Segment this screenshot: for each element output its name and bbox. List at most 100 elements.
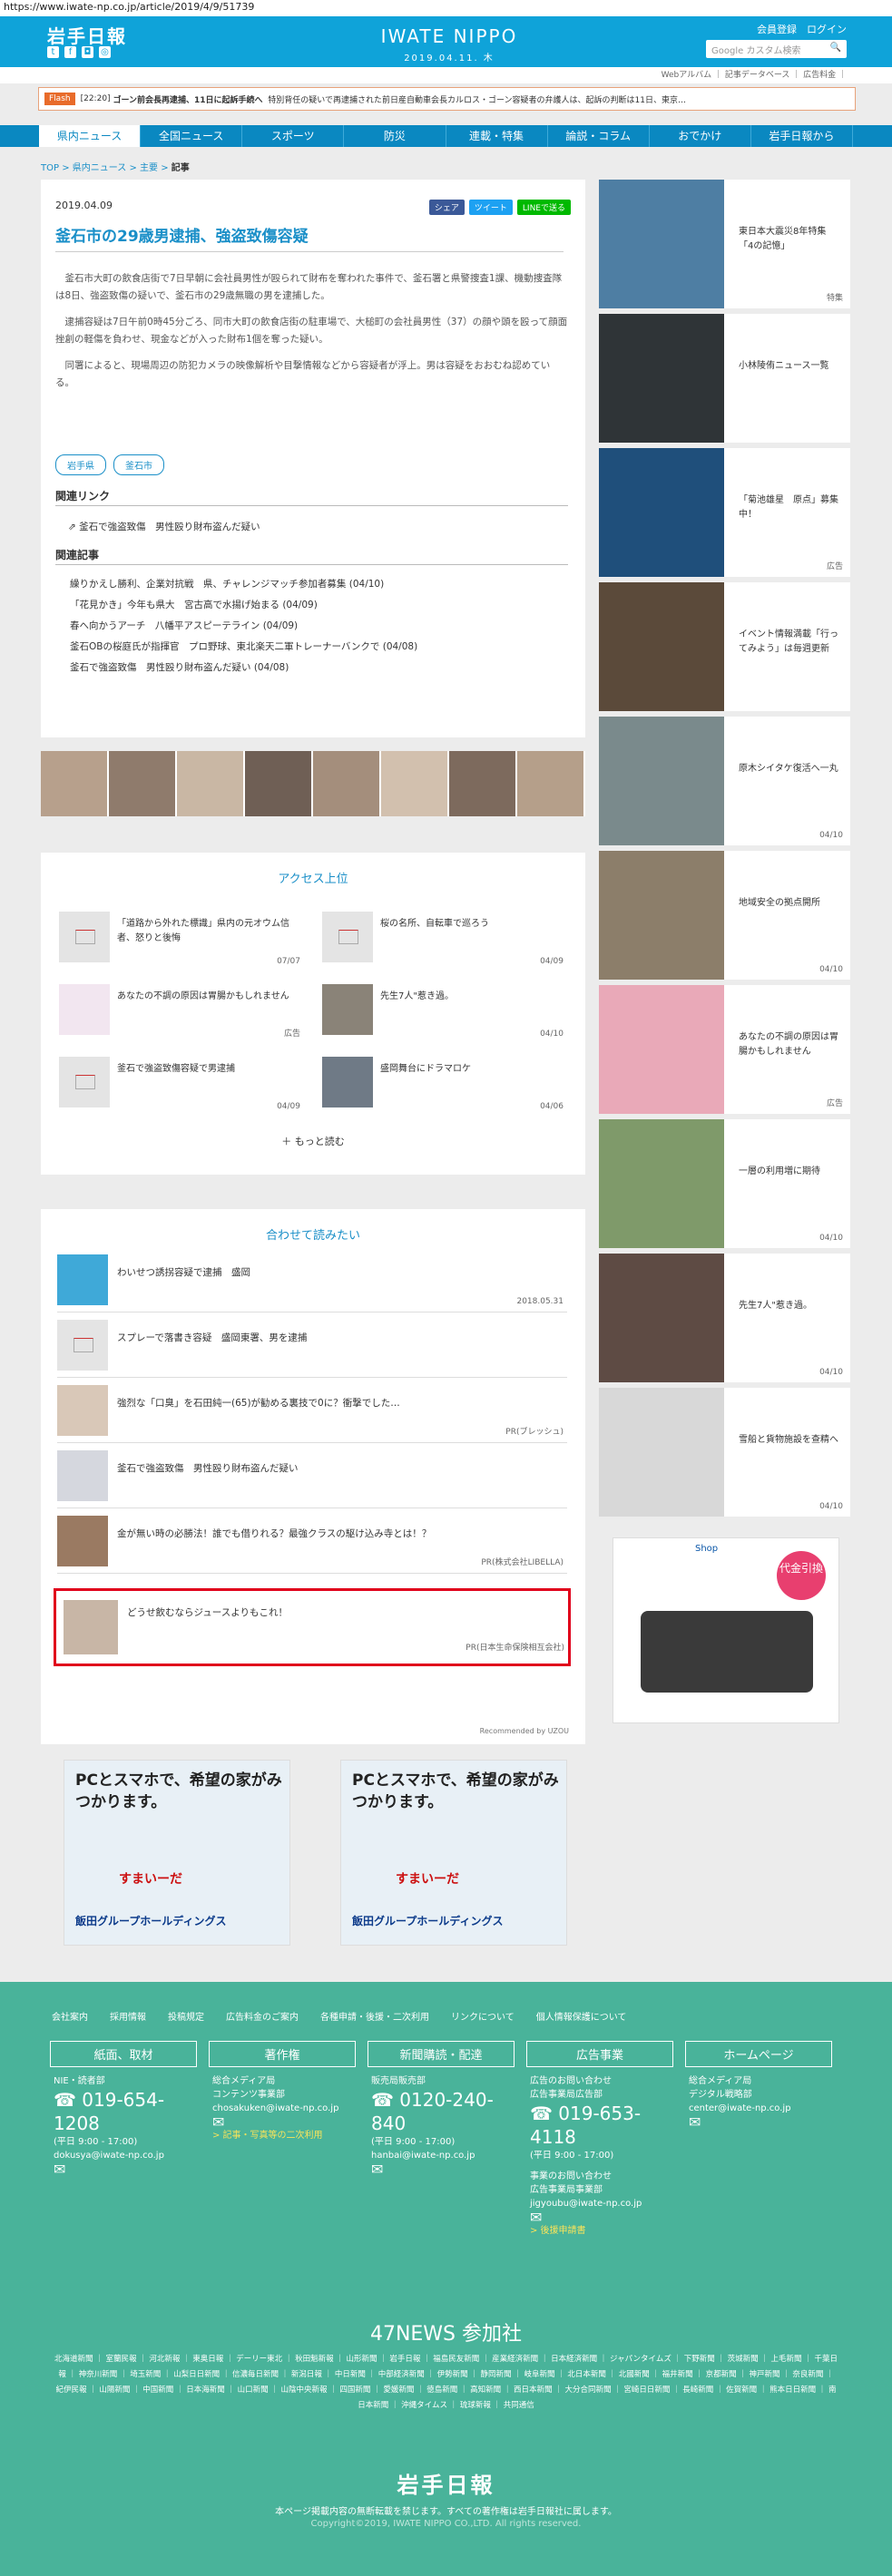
contact-email[interactable]: hanbai@iwate-np.co.jp: [371, 2149, 511, 2162]
flash-news-bar[interactable]: Flash [22:20] ゴーン前会長再逮捕、11日に起訴手続へ 特別背任の疑…: [38, 87, 856, 111]
search-input[interactable]: Google カスタム検索 🔍: [706, 40, 847, 58]
sidebar-item-title[interactable]: 一層の利用増に期待: [739, 1165, 838, 1179]
contact-email[interactable]: center@iwate-np.co.jp: [689, 2102, 828, 2115]
sidebar-item-title[interactable]: 地域安全の拠点開所: [739, 896, 838, 911]
recommended-item[interactable]: 金が無い時の必勝法！誰でも借りれる？最強クラスの駆け込み寺とは！？ PR(株式会社…: [57, 1516, 567, 1574]
ranking-item[interactable]: 「道路から外れた標識」県内の元オウム信者、怒りと後悔 07/07: [59, 912, 304, 966]
flash-text[interactable]: 特別背任の疑いで再逮捕された前日産自動車会長カルロス・ゴーン容疑者の弁護人は、起…: [268, 93, 686, 105]
recommended-item-title[interactable]: スプレーで落書き容疑 盛岡東署、男を逮捕: [117, 1331, 553, 1344]
ranking-item[interactable]: 桜の名所、自転車で巡ろう 04/09: [322, 912, 567, 966]
sub-navigation[interactable]: Webアルバム ｜ 記事データベース ｜ 広告料金 ｜: [0, 67, 892, 83]
sidebar-item[interactable]: 「菊池雄星 原点」募集中！ 広告: [599, 448, 850, 577]
sidebar-item-title[interactable]: 雪船と貨物施設を查精へ: [739, 1433, 838, 1448]
member-login-links[interactable]: 会員登録 ログイン: [757, 22, 847, 36]
site-logo[interactable]: 岩手日報: [47, 22, 127, 48]
ranking-item-title[interactable]: 「道路から外れた標識」県内の元オウム信者、怒りと後悔: [117, 917, 299, 946]
sidebar-item[interactable]: 小林陵侑ニュース一覧: [599, 314, 850, 443]
highlighted-recommended-item[interactable]: どうせ飲むならジュースよりもこれ！ PR(日本生命保険相互会社): [54, 1588, 571, 1666]
ranking-item[interactable]: あなたの不調の原因は胃腸かもしれません 広告: [59, 984, 304, 1039]
recommended-item-title[interactable]: わいせつ誘拐容疑で逮捕 盛岡: [117, 1265, 553, 1279]
sidebar-item-title[interactable]: あなたの不調の原因は胃腸かもしれません: [739, 1030, 838, 1059]
footer-link[interactable]: 広告料金のご案内: [226, 2009, 299, 2023]
breadcrumb-sub[interactable]: 主要: [140, 163, 158, 173]
line-share-button[interactable]: LINEで送る: [516, 200, 571, 215]
ranking-item[interactable]: 盛岡舞台にドラマロケ 04/06: [322, 1057, 567, 1111]
ranking-item[interactable]: 釜石で強盗致傷容疑で男逮捕 04/09: [59, 1057, 304, 1111]
related-article-item[interactable]: 釜石OBの桜庭氏が指揮官 プロ野球、東北楽天二軍トレーナーバンクで (04/08…: [70, 637, 417, 658]
footer-link[interactable]: リンクについて: [451, 2009, 515, 2023]
sidebar-item-title[interactable]: 「菊池雄星 原点」募集中！: [739, 493, 838, 522]
ranking-item[interactable]: 先生7人"惹き過。 04/10: [322, 984, 567, 1039]
ranking-item-title[interactable]: 先生7人"惹き過。: [380, 990, 562, 1004]
mail-icon[interactable]: ✉: [54, 2162, 193, 2177]
sidebar-item[interactable]: 雪船と貨物施設を查精へ 04/10: [599, 1388, 850, 1517]
read-more-label[interactable]: もっと読む: [295, 1136, 345, 1147]
recommended-item-title[interactable]: 金が無い時の必勝法！誰でも借りれる？最強クラスの駆け込み寺とは！？: [117, 1527, 553, 1540]
uzou-credit[interactable]: Recommended by UZOU: [480, 1727, 569, 1735]
footer-logo[interactable]: 岩手日報: [0, 2467, 892, 2499]
line-icon[interactable]: ◘: [82, 46, 93, 58]
sidebar-item[interactable]: あなたの不調の原因は胃腸かもしれません 広告: [599, 985, 850, 1114]
footer-link[interactable]: 各種申請・後援・二次利用: [320, 2009, 429, 2023]
related-link-text[interactable]: 釜石で強盗致傷 男性殴り財布盗んだ疑い: [79, 522, 260, 532]
real-estate-ad[interactable]: PCとスマホで、希望の家がみつかります。 すまいーだ 飯田グループホールディングス: [64, 1760, 290, 1946]
search-icon[interactable]: 🔍: [830, 43, 841, 55]
twitter-icon[interactable]: t: [47, 46, 59, 58]
sidebar-item-title[interactable]: 東日本大震災8年特集「4の記憶」: [739, 225, 838, 254]
sidebar-item[interactable]: 地域安全の拠点開所 04/10: [599, 851, 850, 980]
contact-email[interactable]: chosakuken@iwate-np.co.jp: [212, 2102, 352, 2115]
sidebar-item[interactable]: 一層の利用増に期待 04/10: [599, 1119, 850, 1248]
ranking-item-title[interactable]: 盛岡舞台にドラマロケ: [380, 1062, 562, 1077]
mail-icon[interactable]: ✉: [530, 2210, 670, 2225]
nav-item-disaster[interactable]: 防災: [344, 125, 446, 147]
nav-item-columns[interactable]: 論説・コラム: [548, 125, 650, 147]
recommended-item-title[interactable]: 釜石で強盗致傷 男性殴り財布盗んだ疑い: [117, 1461, 553, 1475]
facebook-icon[interactable]: f: [64, 46, 76, 58]
phone-number[interactable]: ☎ 019-654-1208: [54, 2088, 193, 2135]
tag-iwate[interactable]: 岩手県: [55, 454, 106, 475]
related-article-item[interactable]: 春へ向かうアーチ 八幡平アスピーテライン (04/09): [70, 616, 417, 637]
recommended-item[interactable]: 釜石で強盗致傷 男性殴り財布盗んだ疑い: [57, 1450, 567, 1508]
ranking-item-title[interactable]: あなたの不調の原因は胃腸かもしれません: [117, 990, 299, 1004]
sidebar-item-title[interactable]: 原木シイタケ復活へ一丸: [739, 762, 838, 776]
fashion-ad-strip[interactable]: [41, 751, 585, 816]
breadcrumb-top[interactable]: TOP: [41, 163, 59, 173]
contact-email[interactable]: jigyoubu@iwate-np.co.jp: [530, 2197, 670, 2210]
ranking-item-title[interactable]: 釜石で強盗致傷容疑で男逮捕: [117, 1062, 299, 1077]
footer-link[interactable]: 採用情報: [110, 2009, 146, 2023]
sidebar-item[interactable]: 原木シイタケ復活へ一丸 04/10: [599, 717, 850, 845]
nav-item-outings[interactable]: おでかけ: [650, 125, 751, 147]
recommended-item[interactable]: 強烈な「口臭」を石田純一(65)が勧める裏技で0に？衝撃でした… PR(ブレッシュ…: [57, 1385, 567, 1443]
phone-number[interactable]: ☎ 0120-240-840: [371, 2088, 511, 2135]
related-article-item[interactable]: 「花見かき」今年も県大 宮古高で水揚げ始まる (04/09): [70, 595, 417, 616]
newspaper-list[interactable]: 北海道新聞 ｜ 室蘭民報 ｜ 河北新報 ｜ 東奥日報 ｜ デーリー東北 ｜ 秋田…: [54, 2352, 838, 2414]
recommended-item[interactable]: スプレーで落書き容疑 盛岡東署、男を逮捕: [57, 1320, 567, 1378]
flash-headline[interactable]: ゴーン前会長再逮捕、11日に起訴手続へ: [113, 93, 262, 105]
nav-item-from-iwate-nippo[interactable]: 岩手日報から: [751, 125, 853, 147]
browser-url[interactable]: https://www.iwate-np.co.jp/article/2019/…: [0, 0, 892, 16]
tag-kamaishi[interactable]: 釜石市: [113, 454, 164, 475]
nav-item-local-news[interactable]: 県内ニュース: [39, 125, 142, 147]
secondary-use-link[interactable]: > 記事・写真等の二次利用: [212, 2129, 352, 2142]
recommended-item-title[interactable]: どうせ飲むならジュースよりもこれ！: [127, 1605, 563, 1619]
nav-item-sports[interactable]: スポーツ: [242, 125, 345, 147]
contact-email[interactable]: dokusya@iwate-np.co.jp: [54, 2149, 193, 2162]
footer-link[interactable]: 個人情報保護について: [536, 2009, 627, 2023]
related-article-item[interactable]: 釜石で強盗致傷 男性殴り財布盗んだ疑い (04/08): [70, 658, 417, 678]
sponsorship-link[interactable]: > 後援申請書: [530, 2224, 670, 2238]
site-title[interactable]: IWATE NIPPO: [340, 25, 558, 47]
sidebar-item[interactable]: イベント情報満載「行ってみよう」は毎週更新: [599, 582, 850, 711]
phone-number[interactable]: ☎ 019-653-4118: [530, 2102, 670, 2149]
instagram-icon[interactable]: ◎: [99, 46, 111, 58]
sidebar-item-title[interactable]: イベント情報満載「行ってみよう」は毎週更新: [739, 628, 838, 657]
nav-item-national-news[interactable]: 全国ニュース: [141, 125, 243, 147]
sidebar-item-title[interactable]: 先生7人"惹き過。: [739, 1299, 838, 1313]
tweet-button[interactable]: ツイート: [468, 200, 513, 215]
nav-item-features[interactable]: 連載・特集: [446, 125, 548, 147]
wallet-shop-ad[interactable]: Shop 代金引換: [613, 1537, 839, 1723]
related-article-item[interactable]: 繰りかえし勝利、企業対抗戦 県、チャレンジマッチ参加者募集 (04/10): [70, 574, 417, 595]
recommended-item[interactable]: わいせつ誘拐容疑で逮捕 盛岡 2018.05.31: [57, 1254, 567, 1312]
recommended-item-title[interactable]: 強烈な「口臭」を石田純一(65)が勧める裏技で0に？衝撃でした…: [117, 1396, 553, 1410]
sidebar-item[interactable]: 東日本大震災8年特集「4の記憶」 特集: [599, 180, 850, 308]
sidebar-item[interactable]: 先生7人"惹き過。 04/10: [599, 1254, 850, 1382]
